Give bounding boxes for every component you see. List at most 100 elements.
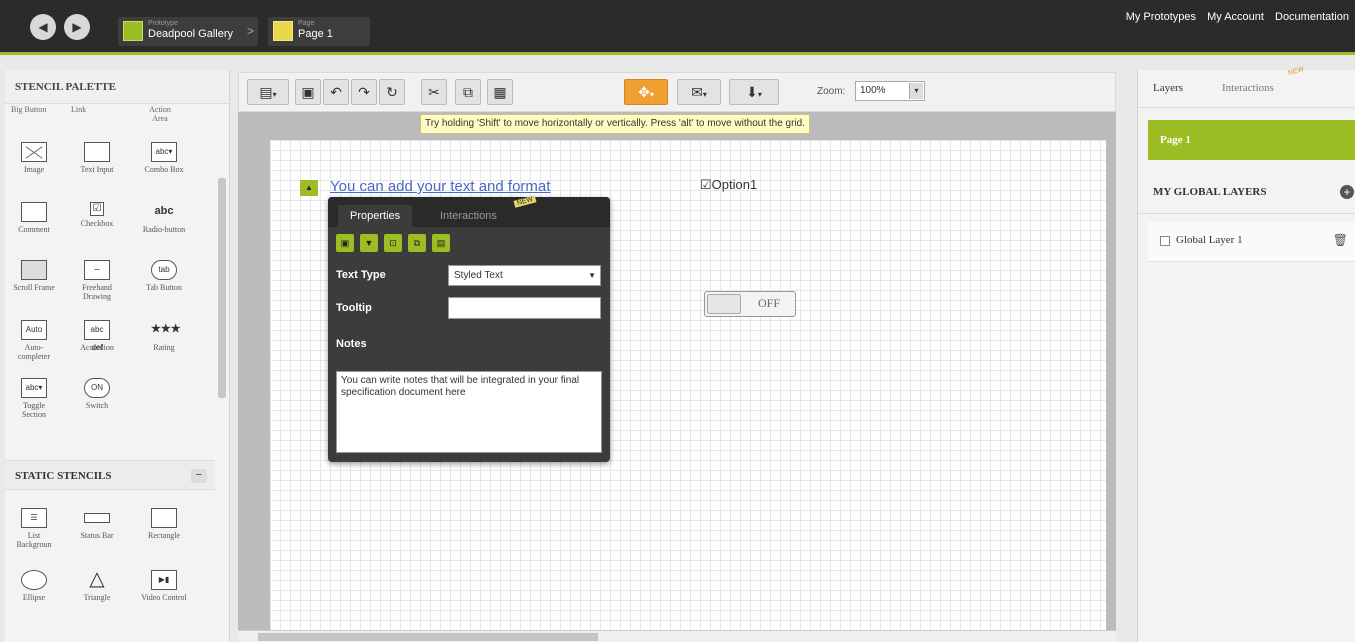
new-badge-right: NEW <box>1287 66 1305 77</box>
big-button-stencil[interactable]: Big Button <box>11 105 46 114</box>
toggle-section-icon: abc▾ <box>21 378 47 398</box>
add-layer-icon[interactable]: + <box>1340 185 1354 199</box>
switch-stencil[interactable]: ON Switch <box>73 378 121 410</box>
prototype-name: Deadpool Gallery <box>148 28 233 40</box>
lock-icon[interactable]: ⊡ <box>384 234 402 252</box>
stencil-label: Video Control <box>141 593 187 602</box>
notes-label: Notes <box>336 338 367 350</box>
paste-icon[interactable]: ▦ <box>487 79 513 105</box>
documentation-link[interactable]: Documentation <box>1275 11 1349 23</box>
radio-button-stencil[interactable]: abc Radio-button <box>140 202 188 234</box>
layer-checkbox[interactable] <box>1160 236 1170 246</box>
forward-icon[interactable]: ▶ <box>64 14 90 40</box>
text-widget[interactable]: ▲ You can add your text and format <box>300 177 610 199</box>
email-share-button[interactable]: ✉▾ <box>677 79 721 105</box>
stencil-palette: STENCIL PALETTE Big Button Link Action A… <box>5 70 230 642</box>
move-tool-button[interactable]: ✥▾ <box>624 79 668 105</box>
layer-row[interactable]: Global Layer 1 🗑 <box>1148 222 1355 262</box>
layer-name: Global Layer 1 <box>1176 234 1243 246</box>
tooltip-input[interactable] <box>448 297 601 319</box>
freehand-drawing-stencil[interactable]: ∽ Freehand Drawing <box>73 260 121 301</box>
stencil-label: Text Input <box>80 165 114 174</box>
horizontal-scrollbar[interactable] <box>238 630 1116 642</box>
text-type-label: Text Type <box>336 269 386 281</box>
page-caption: Page <box>298 20 315 27</box>
action-area-stencil[interactable]: Action Area <box>145 105 175 123</box>
refresh-icon[interactable]: ↻ <box>379 79 405 105</box>
switch-icon: ON <box>84 378 110 398</box>
triangle-stencil[interactable]: △ Triangle <box>73 569 121 602</box>
stencil-label: Radio-button <box>142 225 186 234</box>
my-prototypes-link[interactable]: My Prototypes <box>1126 11 1196 23</box>
page-layer-item[interactable]: Page 1 <box>1148 120 1355 160</box>
rating-stencil[interactable]: ★★★ Rating <box>140 320 188 352</box>
my-account-link[interactable]: My Account <box>1207 11 1264 23</box>
toggle-section-stencil[interactable]: abc▾ Toggle Section <box>10 378 58 419</box>
redo-icon[interactable]: ↷ <box>351 79 377 105</box>
add-page-button[interactable]: ▤▾ <box>247 79 289 105</box>
save-icon[interactable]: ▣ <box>295 79 321 105</box>
copy-icon[interactable]: ⧉ <box>455 79 481 105</box>
video-control-icon: ▶▮ <box>151 570 177 590</box>
trash-icon[interactable]: 🗑 <box>1333 233 1348 247</box>
back-icon[interactable]: ◀ <box>30 14 56 40</box>
collapse-toggle-icon[interactable]: ▲ <box>300 180 318 196</box>
tab-layers[interactable]: Layers <box>1153 82 1183 94</box>
notes-textarea[interactable]: You can write notes that will be integra… <box>336 371 602 453</box>
status-bar-stencil[interactable]: Status Bar <box>73 508 121 540</box>
scrollbar-thumb[interactable] <box>258 633 598 641</box>
tab-button-stencil[interactable]: tab Tab Button <box>140 260 188 292</box>
static-stencils-header[interactable]: STATIC STENCILS − <box>5 460 215 490</box>
layers-panel: Layers Interactions NEW Page 1 MY GLOBAL… <box>1137 66 1355 642</box>
prototype-caption: Prototype <box>148 20 178 27</box>
properties-tabs: Properties Interactions NEW <box>328 195 610 227</box>
text-type-select[interactable]: Styled Text ▼ <box>448 265 601 286</box>
tab-button-icon: tab <box>151 260 177 280</box>
rating-icon: ★★★ <box>151 323 181 335</box>
delete-icon[interactable]: ▼ <box>360 234 378 252</box>
prototype-icon <box>123 21 143 41</box>
switch-widget[interactable]: OFF <box>704 291 796 317</box>
text-widget-content[interactable]: You can add your text and format <box>330 178 550 195</box>
list-background-stencil[interactable]: ☰ List Backgroun <box>10 508 58 549</box>
auto-completer-stencil[interactable]: Auto Auto-completer <box>10 320 58 361</box>
comment-icon <box>21 202 47 222</box>
palette-scrollbar[interactable] <box>218 178 226 398</box>
zoom-select[interactable]: 100% ▾ <box>855 81 925 101</box>
text-input-stencil[interactable]: Text Input <box>73 142 121 174</box>
image-stencil[interactable]: Image <box>10 142 58 174</box>
send-backward-icon[interactable]: ▤ <box>432 234 450 252</box>
stencil-label: List Backgroun <box>16 531 52 549</box>
chevron-down-icon: ▾ <box>909 83 923 99</box>
tab-interactions[interactable]: Interactions <box>428 205 509 227</box>
download-button[interactable]: ⬇▾ <box>729 79 779 105</box>
tab-interactions-right[interactable]: Interactions <box>1222 82 1274 94</box>
accordion-stencil[interactable]: abc def Accordion <box>73 320 121 352</box>
bring-forward-icon[interactable]: ▣ <box>336 234 354 252</box>
stencil-label: Combo Box <box>144 165 184 174</box>
stencil-label: Tab Button <box>146 283 182 292</box>
page-name: Page 1 <box>298 28 333 40</box>
freehand-drawing-icon: ∽ <box>84 260 110 280</box>
scroll-frame-stencil[interactable]: Scroll Frame <box>10 260 58 292</box>
video-control-stencil[interactable]: ▶▮ Video Control <box>140 570 188 602</box>
cut-icon[interactable]: ✂ <box>421 79 447 105</box>
checkbox-widget[interactable]: ☑Option1 <box>700 177 757 193</box>
duplicate-icon[interactable]: ⧉ <box>408 234 426 252</box>
static-stencils-title: STATIC STENCILS <box>15 470 112 482</box>
breadcrumb-page[interactable]: Page Page 1 <box>268 17 370 46</box>
checkbox-stencil[interactable]: ☑ Checkbox <box>73 202 121 228</box>
link-stencil[interactable]: Link <box>71 105 86 114</box>
undo-icon[interactable]: ↶ <box>323 79 349 105</box>
combo-box-stencil[interactable]: abc▾ Combo Box <box>140 142 188 174</box>
list-background-icon: ☰ <box>21 508 47 528</box>
properties-panel: Properties Interactions NEW ▣ ▼ ⊡ ⧉ ▤ Te… <box>328 195 610 462</box>
comment-stencil[interactable]: Comment <box>10 202 58 234</box>
breadcrumb-prototype[interactable]: Prototype Deadpool Gallery <box>118 17 258 46</box>
rectangle-stencil[interactable]: Rectangle <box>140 508 188 540</box>
image-icon <box>21 142 47 162</box>
stencil-label: Auto-completer <box>18 343 50 361</box>
ellipse-stencil[interactable]: Ellipse <box>10 570 58 602</box>
collapse-icon[interactable]: − <box>191 469 207 483</box>
tab-properties[interactable]: Properties <box>338 205 413 227</box>
